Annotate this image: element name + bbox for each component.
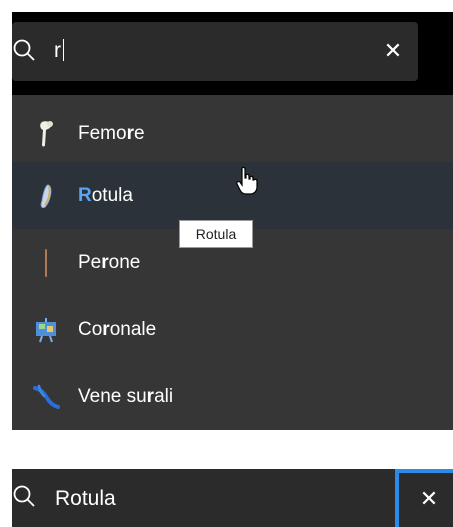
femur-bone-icon xyxy=(40,120,53,146)
clear-search-button[interactable]: ✕ xyxy=(380,38,406,64)
search-input[interactable]: Rotula xyxy=(12,469,453,527)
result-item-vene-surali[interactable]: Vene surali xyxy=(12,363,453,430)
search-query: Rotula xyxy=(55,486,116,510)
result-label: Femore xyxy=(78,123,145,144)
result-label: Rotula xyxy=(78,185,133,206)
search-input[interactable]: r ✕ xyxy=(12,22,418,81)
text-caret xyxy=(63,39,64,61)
result-item-rotula[interactable]: Rotula xyxy=(12,162,453,229)
result-item-femore[interactable]: Femore xyxy=(12,100,453,167)
patella-bone-icon xyxy=(40,183,52,208)
search-icon xyxy=(13,485,35,507)
clear-search-button[interactable]: ✕ xyxy=(416,486,442,512)
coronal-plane-icon xyxy=(36,317,56,342)
fibula-bone-icon xyxy=(45,248,47,277)
sural-veins-icon xyxy=(33,384,60,409)
result-label: Vene surali xyxy=(78,386,174,407)
search-panel-selected: Rotula xyxy=(12,469,453,527)
search-query: r xyxy=(54,35,64,65)
tooltip: Rotula xyxy=(179,220,253,248)
hand-pointer-cursor-icon xyxy=(236,166,258,195)
search-results-dropdown: Femore Rotula Perone Coronale Vene sural… xyxy=(12,95,453,430)
search-icon xyxy=(13,39,35,61)
search-panel: r ✕ xyxy=(12,12,453,95)
result-item-coronale[interactable]: Coronale xyxy=(12,296,453,363)
result-label: Perone xyxy=(78,252,141,273)
result-label: Coronale xyxy=(78,319,157,340)
